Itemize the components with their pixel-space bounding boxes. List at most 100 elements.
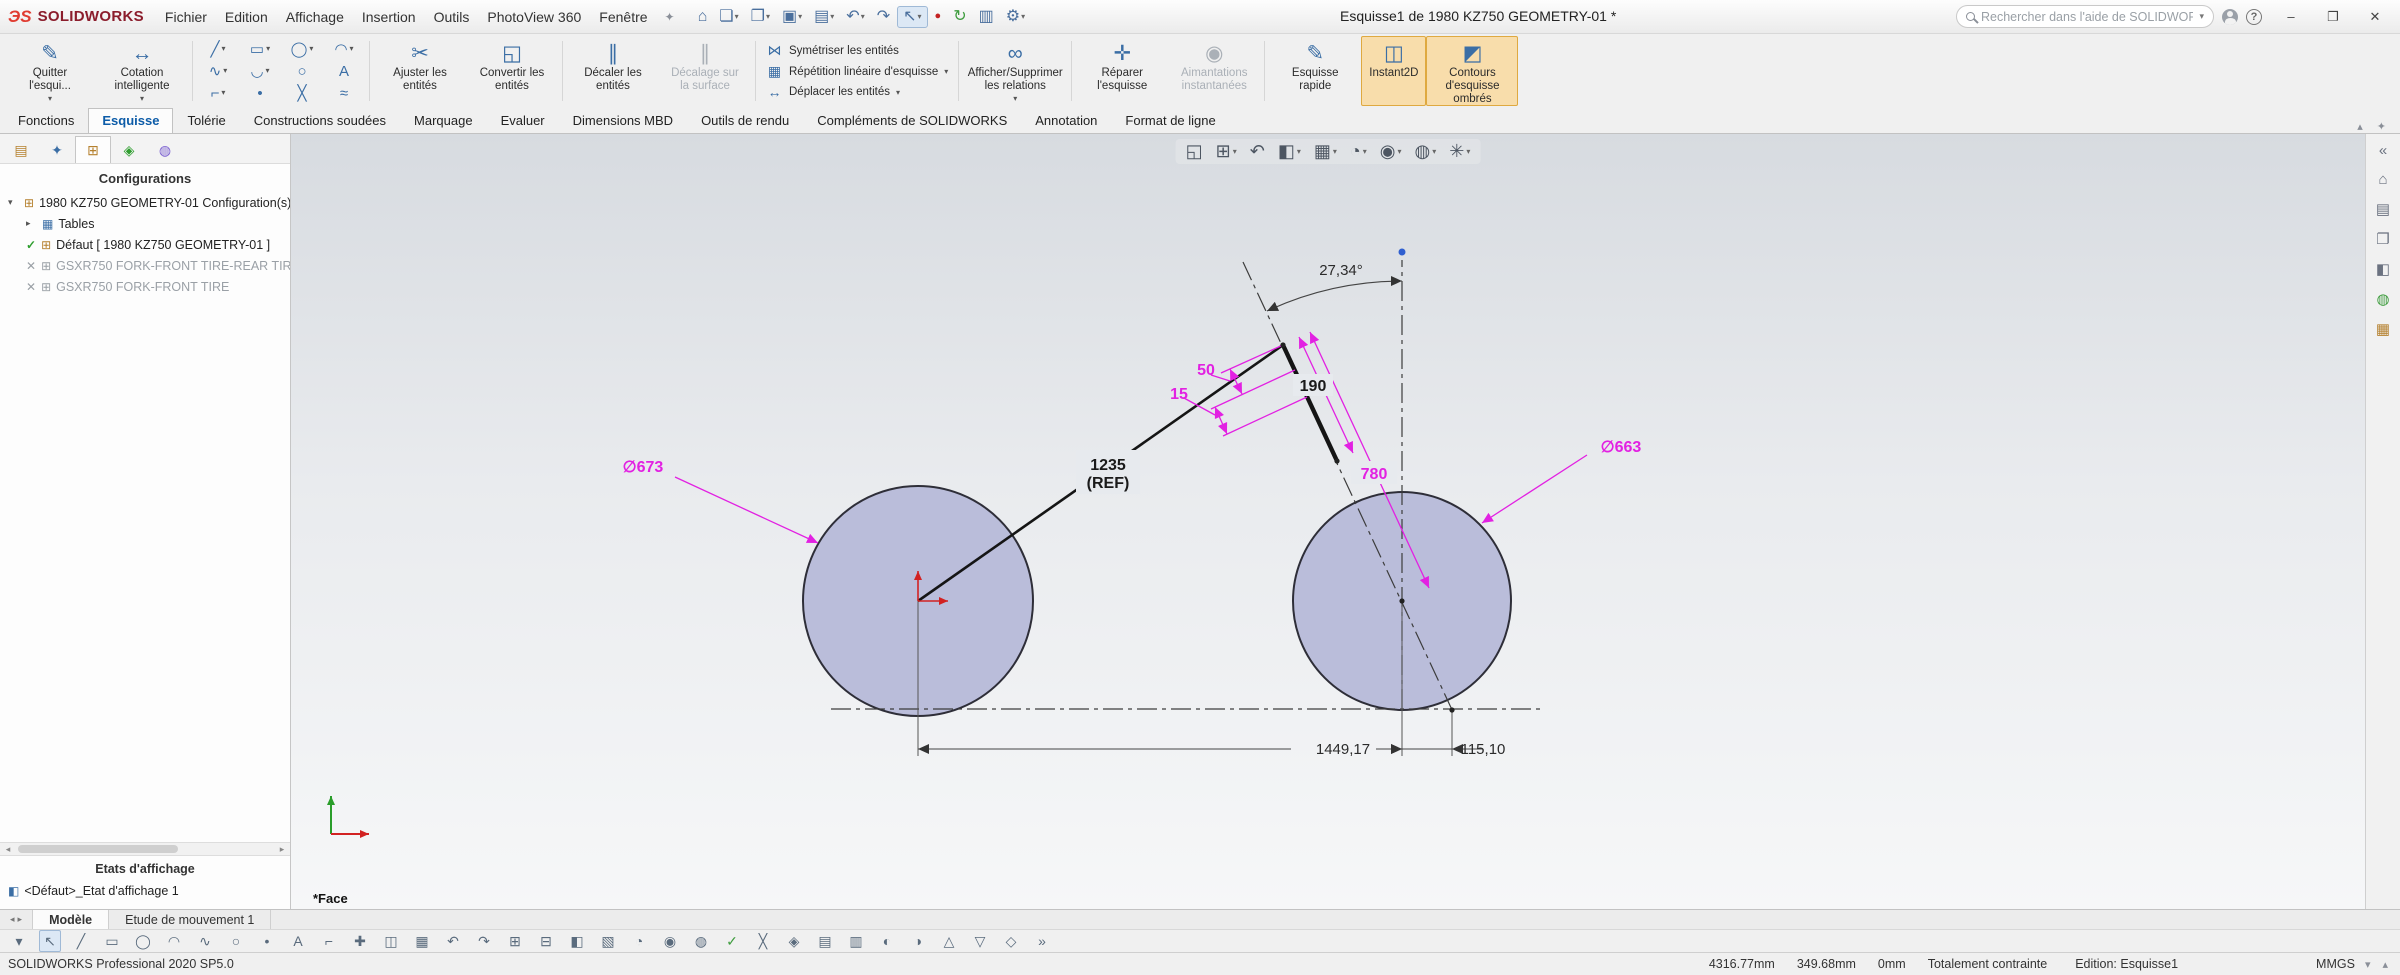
sketch-tool-icon[interactable]: ╳: [752, 931, 774, 951]
sketch-tool-icon[interactable]: ▧: [597, 931, 619, 951]
repair-sketch-button[interactable]: ✛ Réparer l'esquisse: [1076, 36, 1168, 106]
sketch-tool-icon[interactable]: •: [256, 931, 278, 951]
sketch-tool-icon[interactable]: ✚: [349, 931, 371, 951]
menu-edition[interactable]: Edition: [216, 6, 277, 28]
status-options-icon[interactable]: ▴: [2382, 958, 2388, 971]
sketch-tool-icon[interactable]: ∿: [194, 931, 216, 951]
sketch-tool-icon[interactable]: ▾: [8, 931, 30, 951]
file-explorer-icon[interactable]: ❐: [2376, 230, 2389, 248]
display-style-icon[interactable]: ◔▾: [1350, 141, 1367, 162]
pin-ribbon-icon[interactable]: ✦: [2377, 120, 2386, 133]
convert-entities-button[interactable]: ◱ Convertir les entités: [466, 36, 558, 106]
scrollbar-thumb[interactable]: [18, 845, 178, 853]
tab-scroll-controls[interactable]: ◂ ▸: [0, 910, 33, 929]
sketch-tool-icon[interactable]: ↖: [39, 930, 61, 952]
scroll-tabs-right-icon[interactable]: ▸: [18, 914, 23, 925]
dim-offset-15[interactable]: 15: [1170, 386, 1188, 403]
scroll-tabs-left-icon[interactable]: ◂: [10, 914, 15, 925]
appearances-icon[interactable]: ◍: [2376, 290, 2389, 308]
configurationmanager-tab-icon[interactable]: ⊞: [75, 136, 111, 163]
scroll-right-icon[interactable]: ▸: [274, 844, 290, 855]
expand-task-pane-icon[interactable]: «: [2379, 142, 2387, 159]
tree-row-root[interactable]: ▾ ⊞ 1980 KZ750 GEOMETRY-01 Configuration…: [0, 192, 290, 213]
point-tool-icon[interactable]: •: [257, 82, 262, 104]
dim-offset-50[interactable]: 50: [1197, 362, 1215, 379]
tree-row-default-config[interactable]: ✓ ⊞ Défaut [ 1980 KZ750 GEOMETRY-01 ]: [0, 234, 290, 255]
sketch-tool-icon[interactable]: ◍: [690, 931, 712, 951]
zoom-fit-icon[interactable]: ◱: [1186, 141, 1203, 162]
view-settings-icon[interactable]: ✳▾: [1449, 141, 1470, 162]
smart-dimension-button[interactable]: ↔ Cotation intelligente ▾: [96, 36, 188, 106]
sketch-canvas[interactable]: ∅673 ∅663 1235 (REF) 27,34° 50 15 190 78…: [291, 134, 2365, 909]
expander-icon[interactable]: ▾: [8, 197, 19, 208]
options-gear-icon[interactable]: ⚙▾: [1001, 7, 1030, 27]
chevron-down-icon[interactable]: ▾: [1021, 13, 1025, 21]
fillet-tool-icon[interactable]: ⌐▾: [211, 82, 226, 104]
trim-entities-button[interactable]: ✂ Ajuster les entités: [374, 36, 466, 106]
chevron-down-icon[interactable]: ▾: [896, 88, 900, 97]
chevron-down-icon[interactable]: ▾: [944, 67, 948, 76]
sketch-tool-icon[interactable]: ◠: [163, 931, 185, 951]
menu-outils[interactable]: Outils: [425, 6, 479, 28]
chevron-down-icon[interactable]: ▾: [918, 13, 922, 21]
propertymanager-tab-icon[interactable]: ✦: [39, 136, 75, 163]
sketch-tool-icon[interactable]: A: [287, 931, 309, 951]
tab-annotation[interactable]: Annotation: [1021, 108, 1111, 133]
sketch-tool-icon[interactable]: ◧: [566, 931, 588, 951]
chevron-down-icon[interactable]: ▾: [798, 13, 802, 21]
sketch-point[interactable]: [1280, 342, 1285, 347]
tab-fonctions[interactable]: Fonctions: [4, 108, 88, 133]
linear-pattern-button[interactable]: ▦ Répétition linéaire d'esquisse ▾: [766, 63, 948, 80]
sketch-tool-icon[interactable]: ⊟: [535, 931, 557, 951]
sketch-tool-icon[interactable]: ◔: [628, 931, 650, 951]
redo-icon[interactable]: ↷: [872, 7, 895, 27]
sketch-tool-icon[interactable]: ◈: [783, 931, 805, 951]
chevron-down-icon[interactable]: ▾: [2365, 958, 2371, 971]
help-icon[interactable]: ?: [2246, 9, 2262, 25]
tab-tolerie[interactable]: Tolérie: [173, 108, 239, 133]
sketch-point-selected[interactable]: [1399, 249, 1406, 256]
menu-pin-icon[interactable]: ✦: [657, 10, 683, 24]
restore-button[interactable]: ❐: [2312, 2, 2354, 32]
rapid-sketch-button[interactable]: ✎ Esquisse rapide: [1269, 36, 1361, 106]
sketch-tool-icon[interactable]: ◑: [907, 931, 929, 951]
dim-trail[interactable]: 115,10: [1461, 741, 1506, 758]
spline-tool-icon[interactable]: ∿▾: [209, 60, 228, 82]
resources-icon[interactable]: ⌂: [2378, 171, 2387, 188]
equation-curve-tool-icon[interactable]: ≈: [340, 82, 348, 104]
section-view-icon[interactable]: ◧▾: [1278, 141, 1301, 162]
dim-15-line[interactable]: [1215, 407, 1227, 434]
chevron-down-icon[interactable]: ▾: [140, 94, 144, 103]
chevron-down-icon[interactable]: ▾: [861, 13, 865, 21]
tree-row-config-gsxr-front[interactable]: ✕ ⊞ GSXR750 FORK-FRONT TIRE: [0, 276, 290, 297]
record-macro-icon[interactable]: ●: [930, 9, 947, 24]
user-account-icon[interactable]: [2222, 9, 2238, 25]
menu-insertion[interactable]: Insertion: [353, 6, 425, 28]
chevron-down-icon[interactable]: ▾: [48, 94, 52, 103]
tab-esquisse[interactable]: Esquisse: [88, 108, 173, 133]
dim-front-diameter[interactable]: ∅663: [1601, 439, 1642, 456]
fork-line[interactable]: [1283, 345, 1337, 461]
sketch-tool-icon[interactable]: ◉: [659, 931, 681, 951]
sketch-tool-icon[interactable]: ⌐: [318, 931, 340, 951]
exit-sketch-button[interactable]: ✎ Quitter l'esqui... ▾: [4, 36, 96, 106]
instant2d-button[interactable]: ◫ Instant2D: [1361, 36, 1426, 106]
menu-photoview[interactable]: PhotoView 360: [478, 6, 590, 28]
sketch-tool-icon[interactable]: ✓: [721, 931, 743, 951]
text-tool-icon[interactable]: A: [339, 60, 349, 82]
dim-rake-angle[interactable]: 27,34°: [1319, 262, 1363, 279]
rake-angle-arc[interactable]: [1267, 281, 1402, 311]
sketch-tool-icon[interactable]: ◯: [132, 931, 154, 951]
view-orientation-icon[interactable]: ▦▾: [1314, 141, 1337, 162]
menu-fenetre[interactable]: Fenêtre: [590, 6, 656, 28]
tree-row-tables[interactable]: ▸ ▦ Tables: [0, 213, 290, 234]
units-selector[interactable]: MMGS: [2316, 957, 2355, 971]
chevron-down-icon[interactable]: ▾: [766, 13, 770, 21]
shaded-sketch-contours-button[interactable]: ◩ Contours d'esquisse ombrés: [1426, 36, 1518, 106]
tab-constructions-soudees[interactable]: Constructions soudées: [240, 108, 400, 133]
sketch-tool-icon[interactable]: ▦: [411, 931, 433, 951]
sketch-tool-icon[interactable]: ◫: [380, 931, 402, 951]
dim-fork-780[interactable]: 780: [1361, 466, 1388, 483]
save-icon[interactable]: ▣▾: [777, 7, 807, 27]
previous-view-icon[interactable]: ↶: [1250, 141, 1265, 162]
